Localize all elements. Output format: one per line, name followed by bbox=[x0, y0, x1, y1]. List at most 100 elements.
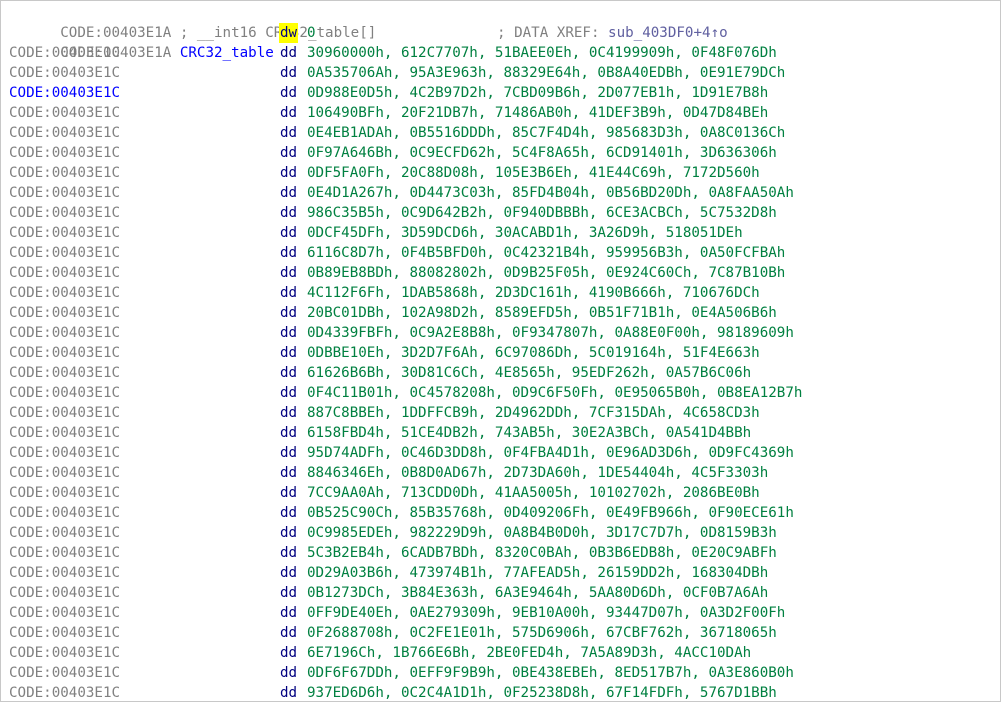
mnemonic[interactable]: dd bbox=[280, 223, 297, 243]
mnemonic[interactable]: dd bbox=[280, 43, 297, 63]
operands[interactable]: 0B525C90Ch, 85B35768h, 0D409206Fh, 0E49F… bbox=[307, 503, 794, 523]
listing-line[interactable]: CODE:00403E1C dd 0E4D1A267h, 0D4473C03h, 8… bbox=[9, 183, 794, 203]
address-current[interactable]: CODE:00403E1C bbox=[9, 85, 120, 101]
address[interactable]: CODE:00403E1C bbox=[9, 605, 120, 621]
operands[interactable]: 0E4D1A267h, 0D4473C03h, 85FD4B04h, 0B56B… bbox=[307, 183, 794, 203]
operands[interactable]: 0FF9DE40Eh, 0AE279309h, 9EB10A00h, 93447… bbox=[307, 603, 785, 623]
listing-line[interactable]: CODE:00403E1C dd 0E4EB1ADAh, 0B5516DDDh, 8… bbox=[9, 123, 785, 143]
listing-line[interactable]: CODE:00403E1C dd 20BC01DBh, 102A98D2h, 858… bbox=[9, 303, 777, 323]
address[interactable]: CODE:00403E1C bbox=[9, 145, 120, 161]
operands[interactable]: 0DBBE10Eh, 3D2D7F6Ah, 6C97086Dh, 5C01916… bbox=[307, 343, 760, 363]
mnemonic[interactable]: dd bbox=[280, 383, 297, 403]
mnemonic[interactable]: dd bbox=[280, 523, 297, 543]
listing-line[interactable]: CODE:00403E1C dd 0FF9DE40Eh, 0AE279309h, 9… bbox=[9, 603, 785, 623]
mnemonic[interactable]: dd bbox=[280, 643, 297, 663]
listing-line[interactable]: CODE:00403E1C dd 6116C8D7h, 0F4B5BFD0h, 0C… bbox=[9, 243, 785, 263]
listing-line[interactable]: CODE:00403E1C dd 6E7196Ch, 1B766E6Bh, 2BE0… bbox=[9, 643, 751, 663]
listing-line[interactable]: CODE:00403E1C dd 7CC9AA0Ah, 713CDD0Dh, 41A… bbox=[9, 483, 760, 503]
operands[interactable]: 7CC9AA0Ah, 713CDD0Dh, 41AA5005h, 1010270… bbox=[307, 483, 760, 503]
mnemonic[interactable]: dd bbox=[280, 503, 297, 523]
operand[interactable]: 0 bbox=[307, 23, 316, 43]
operands[interactable]: 0E4EB1ADAh, 0B5516DDDh, 85C7F4D4h, 98568… bbox=[307, 123, 785, 143]
address[interactable]: CODE:00403E1C bbox=[9, 425, 120, 441]
listing-line[interactable]: CODE:00403E1C dd 0F2688708h, 0C2FE1E01h, 5… bbox=[9, 623, 777, 643]
listing-line[interactable]: CODE:00403E1C dd 8846346Eh, 0B8D0AD67h, 2D… bbox=[9, 463, 768, 483]
address[interactable]: CODE:00403E1C bbox=[9, 285, 120, 301]
address[interactable]: CODE:00403E1C bbox=[9, 245, 120, 261]
address[interactable]: CODE:00403E1C bbox=[9, 585, 120, 601]
address[interactable]: CODE:00403E1C bbox=[9, 665, 120, 681]
address[interactable]: CODE:00403E1C bbox=[9, 105, 120, 121]
mnemonic[interactable]: dd bbox=[280, 403, 297, 423]
address[interactable]: CODE:00403E1C bbox=[9, 185, 120, 201]
listing-line[interactable]: CODE:00403E1C dd 0B1273DCh, 3B84E363h, 6A3… bbox=[9, 583, 768, 603]
address[interactable]: CODE:00403E1C bbox=[9, 365, 120, 381]
mnemonic[interactable]: dd bbox=[280, 463, 297, 483]
operands[interactable]: 0D988E0D5h, 4C2B97D2h, 7CBD09B6h, 2D077E… bbox=[307, 83, 768, 103]
operands[interactable]: 95D74ADFh, 0C46D3DD8h, 0F4FBA4D1h, 0E96A… bbox=[307, 443, 794, 463]
listing-line[interactable]: CODE:00403E1C dd 0DBBE10Eh, 3D2D7F6Ah, 6C9… bbox=[9, 343, 760, 363]
operands[interactable]: 0DCF45DFh, 3D59DCD6h, 30ACABD1h, 3A26D9h… bbox=[307, 223, 743, 243]
listing-line[interactable]: CODE:00403E1C dd 0F4C11B01h, 0C4578208h, 0… bbox=[9, 383, 802, 403]
address[interactable]: CODE:00403E1C bbox=[9, 165, 120, 181]
operands[interactable]: 937ED6D6h, 0C2C4A1D1h, 0F25238D8h, 67F14… bbox=[307, 683, 777, 701]
operands[interactable]: 0DF5FA0Fh, 20C88D08h, 105E3B6Eh, 41E44C6… bbox=[307, 163, 760, 183]
address[interactable]: CODE:00403E1C bbox=[9, 305, 120, 321]
listing-line-label[interactable]: CODE:00403E1A CRC32_table dw 0 ; DATA XR… bbox=[9, 23, 728, 61]
mnemonic[interactable]: dd bbox=[280, 303, 297, 323]
listing-line[interactable]: CODE:00403E1C dd 0B525C90Ch, 85B35768h, 0D… bbox=[9, 503, 794, 523]
listing-line[interactable]: CODE:00403E1C dd 61626B6Bh, 30D81C6Ch, 4E8… bbox=[9, 363, 751, 383]
address[interactable]: CODE:00403E1C bbox=[9, 625, 120, 641]
address[interactable]: CODE:00403E1C bbox=[9, 205, 120, 221]
address[interactable]: CODE:00403E1C bbox=[9, 45, 120, 61]
address[interactable]: CODE:00403E1C bbox=[9, 565, 120, 581]
mnemonic[interactable]: dd bbox=[280, 283, 297, 303]
operands[interactable]: 6116C8D7h, 0F4B5BFD0h, 0C42321B4h, 95995… bbox=[307, 243, 785, 263]
operands[interactable]: 8846346Eh, 0B8D0AD67h, 2D73DA60h, 1DE544… bbox=[307, 463, 768, 483]
listing-line[interactable]: CODE:00403E1C dd 0A535706Ah, 95A3E963h, 88… bbox=[9, 63, 785, 83]
listing-line[interactable]: CODE:00403E1C dd 0DF6F67DDh, 0EFF9F9B9h, 0… bbox=[9, 663, 794, 683]
listing-line[interactable]: CODE:00403E1C dd 937ED6D6h, 0C2C4A1D1h, 0F… bbox=[9, 683, 777, 701]
address[interactable]: CODE:00403E1C bbox=[9, 505, 120, 521]
mnemonic[interactable]: dd bbox=[280, 543, 297, 563]
listing-line[interactable]: CODE:00403E1C dd 0DF5FA0Fh, 20C88D08h, 105… bbox=[9, 163, 760, 183]
disassembly-view[interactable]: CODE:00403E1A ; __int16 CRC32_table[] CO… bbox=[0, 0, 1001, 702]
operands[interactable]: 106490BFh, 20F21DB7h, 71486AB0h, 41DEF3B… bbox=[307, 103, 768, 123]
mnemonic[interactable]: dd bbox=[280, 663, 297, 683]
mnemonic[interactable]: dd bbox=[280, 163, 297, 183]
address[interactable]: CODE:00403E1C bbox=[9, 485, 120, 501]
mnemonic[interactable]: dd bbox=[280, 563, 297, 583]
listing-line[interactable]: CODE:00403E1C dd 0C9985EDEh, 982229D9h, 0A… bbox=[9, 523, 777, 543]
operands[interactable]: 6158FBD4h, 51CE4DB2h, 743AB5h, 30E2A3BCh… bbox=[307, 423, 751, 443]
listing-line[interactable]: CODE:00403E1C dd 887C8BBEh, 1DDFFCB9h, 2D4… bbox=[9, 403, 760, 423]
operands[interactable]: 0F4C11B01h, 0C4578208h, 0D9C6F50Fh, 0E95… bbox=[307, 383, 802, 403]
operands[interactable]: 20BC01DBh, 102A98D2h, 8589EFD5h, 0B51F71… bbox=[307, 303, 777, 323]
mnemonic[interactable]: dd bbox=[280, 263, 297, 283]
operands[interactable]: 0B89EB8BDh, 88082802h, 0D9B25F05h, 0E924… bbox=[307, 263, 785, 283]
mnemonic[interactable]: dd bbox=[280, 243, 297, 263]
operands[interactable]: 986C35B5h, 0C9D642B2h, 0F940DBBBh, 6CE3A… bbox=[307, 203, 777, 223]
address[interactable]: CODE:00403E1C bbox=[9, 525, 120, 541]
address[interactable]: CODE:00403E1C bbox=[9, 445, 120, 461]
address[interactable]: CODE:00403E1C bbox=[9, 405, 120, 421]
listing-line[interactable]: CODE:00403E1C dd 0D988E0D5h, 4C2B97D2h, 7C… bbox=[9, 83, 768, 103]
operands[interactable]: 0F2688708h, 0C2FE1E01h, 575D6906h, 67CBF… bbox=[307, 623, 777, 643]
operands[interactable]: 4C112F6Fh, 1DAB5868h, 2D3DC161h, 4190B66… bbox=[307, 283, 760, 303]
listing-line[interactable]: CODE:00403E1C dd 106490BFh, 20F21DB7h, 714… bbox=[9, 103, 768, 123]
mnemonic[interactable]: dd bbox=[280, 203, 297, 223]
mnemonic[interactable]: dd bbox=[280, 603, 297, 623]
mnemonic[interactable]: dd bbox=[280, 343, 297, 363]
mnemonic[interactable]: dd bbox=[280, 183, 297, 203]
address[interactable]: CODE:00403E1C bbox=[9, 345, 120, 361]
listing-line-header[interactable]: CODE:00403E1A ; __int16 CRC32_table[] bbox=[9, 3, 376, 41]
address[interactable]: CODE:00403E1C bbox=[9, 685, 120, 701]
mnemonic[interactable]: dd bbox=[280, 683, 297, 701]
operands[interactable]: 0D29A03B6h, 473974B1h, 77AFEAD5h, 26159D… bbox=[307, 563, 768, 583]
mnemonic[interactable]: dd bbox=[280, 323, 297, 343]
mnemonic[interactable]: dd bbox=[280, 483, 297, 503]
listing-line[interactable]: CODE:00403E1C dd 5C3B2EB4h, 6CADB7BDh, 832… bbox=[9, 543, 777, 563]
listing-line[interactable]: CODE:00403E1C dd 986C35B5h, 0C9D642B2h, 0F… bbox=[9, 203, 777, 223]
mnemonic-highlighted[interactable]: dw bbox=[279, 23, 299, 43]
operands[interactable]: 5C3B2EB4h, 6CADB7BDh, 8320C0BAh, 0B3B6ED… bbox=[307, 543, 777, 563]
listing-line[interactable]: CODE:00403E1C dd 4C112F6Fh, 1DAB5868h, 2D3… bbox=[9, 283, 760, 303]
